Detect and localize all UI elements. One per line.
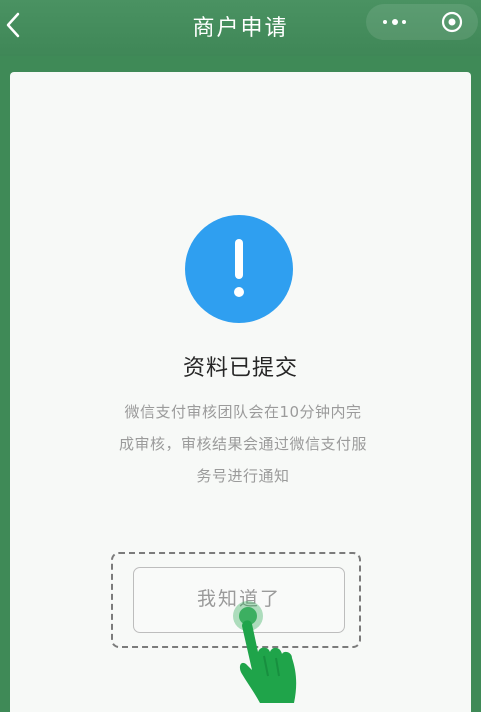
mini-program-capsule — [366, 4, 478, 40]
tap-hand-icon — [233, 601, 297, 703]
target-circle-icon — [441, 11, 463, 33]
result-description: 微信支付审核团队会在10分钟内完 成审核，审核结果会通过微信支付服 务号进行通知 — [118, 403, 367, 485]
navigation-bar: 商户申请 — [0, 0, 481, 56]
close-program-button[interactable] — [422, 4, 478, 40]
more-button[interactable] — [366, 4, 422, 40]
exclamation-circle-icon — [185, 215, 293, 323]
result-title: 资料已提交 — [182, 356, 298, 381]
